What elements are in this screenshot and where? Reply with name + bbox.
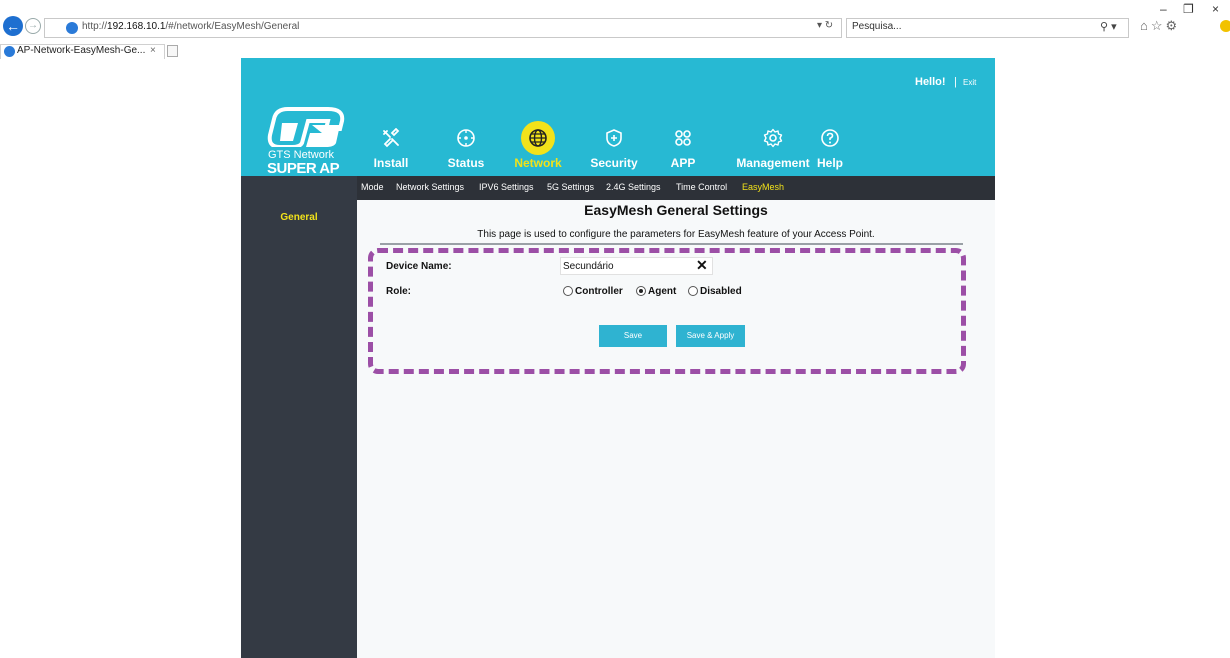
status-icon (449, 121, 483, 155)
subnav-ipv6-settings[interactable]: IPV6 Settings (479, 182, 534, 192)
subnav-2-4g-settings[interactable]: 2.4G Settings (606, 182, 661, 192)
search-placeholder: Pesquisa... (852, 21, 902, 32)
help-icon (813, 121, 847, 155)
exit-link[interactable]: Exit (963, 78, 976, 87)
sidebar-item-general[interactable]: General (241, 212, 357, 223)
menu-security[interactable]: Security (574, 121, 654, 173)
settings-icon[interactable]: ⚙ (1166, 18, 1181, 33)
save-button[interactable]: Save (599, 325, 667, 347)
toolbar-icons[interactable]: ⌂☆⚙ (1140, 18, 1180, 34)
sidebar (241, 176, 357, 658)
back-icon[interactable]: ← (3, 16, 23, 36)
shield-icon (597, 121, 631, 155)
page-title: EasyMesh General Settings (584, 202, 768, 218)
minimize-button[interactable]: – (1160, 2, 1167, 16)
menu-label: APP (670, 156, 696, 170)
gear-icon (756, 121, 790, 155)
tab-close-icon[interactable]: × (150, 45, 156, 56)
url-prefix: http:// (82, 21, 108, 32)
clear-input-icon[interactable]: ✕ (696, 257, 708, 274)
role-agent-label[interactable]: Agent (648, 286, 676, 297)
tools-icon (374, 121, 408, 155)
role-label: Role: (386, 286, 411, 297)
gts-logo-icon (267, 107, 345, 147)
favorites-icon[interactable]: ☆ (1151, 18, 1166, 33)
divider (380, 243, 963, 245)
browser-chrome: ← → http://192.168.10.1/#/network/EasyMe… (0, 0, 1230, 59)
subnav-5g-settings[interactable]: 5G Settings (547, 182, 594, 192)
url-host: 192.168.10.1 (107, 21, 166, 32)
greeting-separator: | (954, 76, 957, 88)
app-icon (666, 121, 700, 155)
save-apply-button[interactable]: Save & Apply (676, 325, 745, 347)
restore-button[interactable]: ❐ (1183, 2, 1194, 16)
search-icon[interactable]: ⚲ ▾ (1100, 20, 1117, 33)
menu-install[interactable]: Install (351, 121, 431, 173)
role-controller-label[interactable]: Controller (575, 286, 623, 297)
menu-label: Network (514, 156, 562, 170)
greeting: Hello! (915, 76, 946, 88)
forward-icon[interactable]: → (25, 18, 41, 34)
role-disabled-radio[interactable] (688, 286, 698, 296)
subnav-easymesh[interactable]: EasyMesh (742, 182, 784, 192)
subnav-time-control[interactable]: Time Control (676, 182, 727, 192)
menu-help[interactable]: Help (790, 121, 870, 173)
role-disabled-label[interactable]: Disabled (700, 286, 742, 297)
menu-status[interactable]: Status (426, 121, 506, 173)
menu-label: Security (590, 156, 638, 170)
role-controller-radio[interactable] (563, 286, 573, 296)
role-agent-radio[interactable] (636, 286, 646, 296)
smiley-icon[interactable] (1220, 20, 1230, 32)
menu-network[interactable]: Network (498, 121, 578, 173)
page-description: This page is used to configure the param… (477, 229, 875, 240)
device-name-input[interactable] (560, 257, 713, 275)
tab-title[interactable]: AP-Network-EasyMesh-Ge... (17, 45, 145, 56)
subnav-mode[interactable]: Mode (361, 182, 384, 192)
ie-favicon-icon (66, 22, 78, 34)
menu-label: Help (816, 156, 843, 170)
address-dropdown-icon[interactable]: ▾ ↻ (817, 20, 833, 31)
url-path: /#/network/EasyMesh/General (165, 21, 300, 32)
tab-favicon-icon (4, 46, 15, 57)
close-window-button[interactable]: × (1212, 2, 1219, 16)
menu-app[interactable]: APP (643, 121, 723, 173)
menu-label: Install (373, 156, 409, 170)
globe-icon (521, 121, 555, 155)
menu-label: Status (447, 156, 485, 170)
new-tab-icon[interactable] (167, 45, 178, 57)
logo-brand: SUPER AP (267, 160, 340, 177)
home-icon[interactable]: ⌂ (1140, 18, 1151, 33)
subnav-network-settings[interactable]: Network Settings (396, 182, 464, 192)
device-name-label: Device Name: (386, 261, 452, 272)
address-url[interactable]: http://192.168.10.1/#/network/EasyMesh/G… (82, 21, 299, 32)
